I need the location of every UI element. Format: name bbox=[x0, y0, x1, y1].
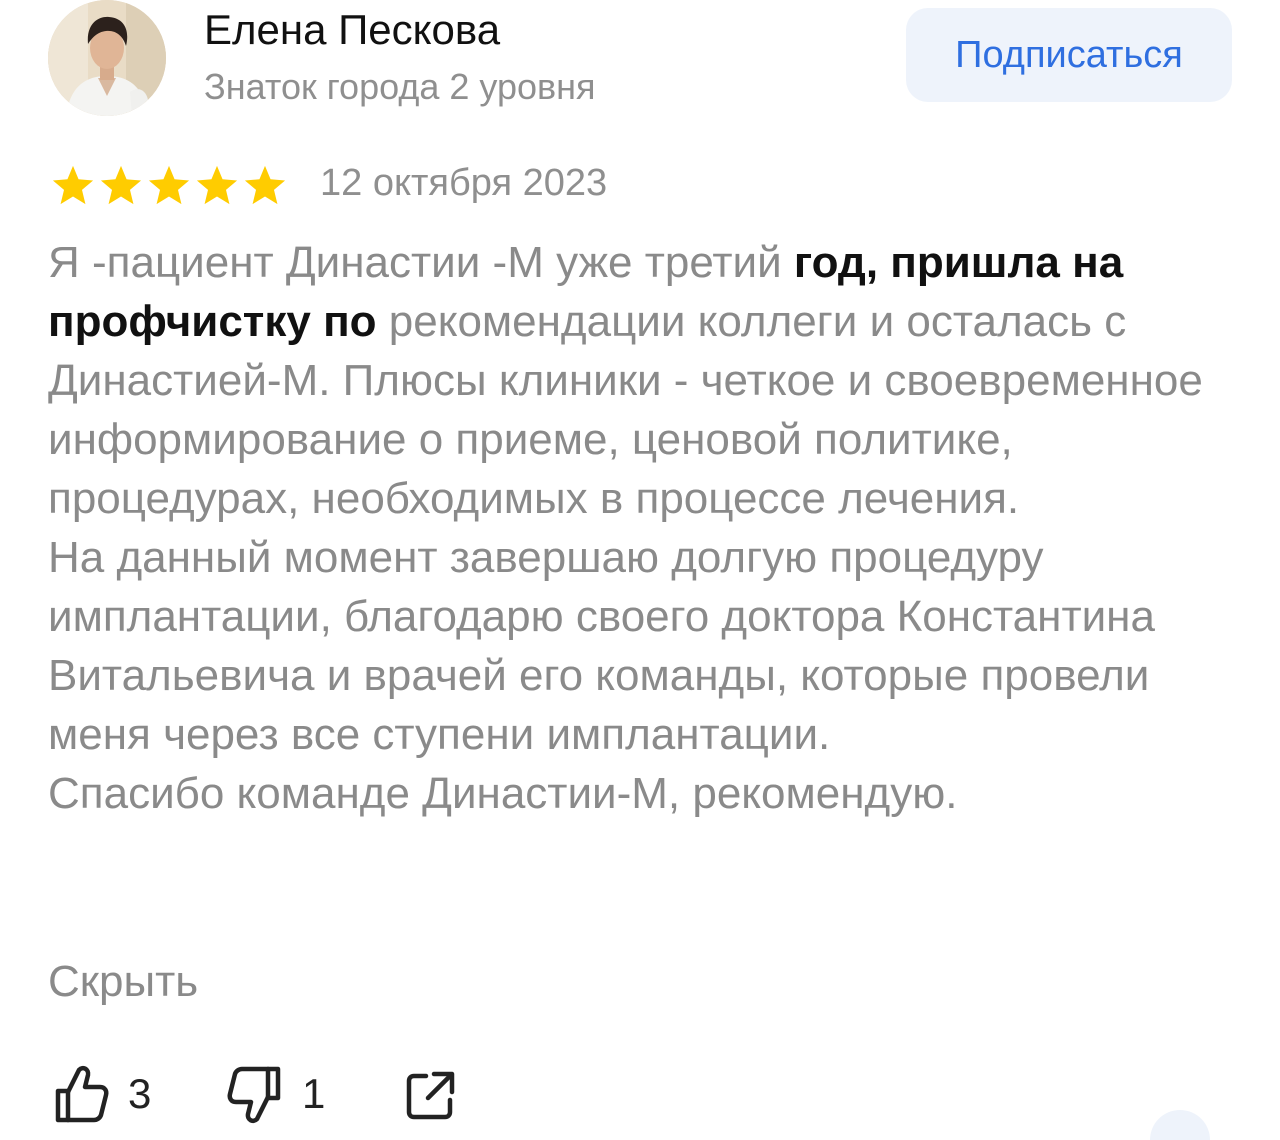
author-name[interactable]: Елена Пескова bbox=[204, 6, 500, 54]
review-date: 12 октября 2023 bbox=[320, 162, 608, 204]
like-button[interactable]: 3 bbox=[52, 1062, 151, 1126]
subscribe-button[interactable]: Подписаться bbox=[906, 8, 1232, 102]
review-paragraph: На данный момент завершаю долгую процеду… bbox=[48, 533, 1155, 759]
likes-count: 3 bbox=[128, 1070, 152, 1117]
share-button[interactable] bbox=[404, 1062, 456, 1126]
star-icon bbox=[244, 165, 286, 205]
review-paragraph: Я -пациент Династии -М уже третий год, п… bbox=[48, 233, 1238, 528]
star-icon bbox=[52, 165, 94, 205]
avatar-photo-icon bbox=[48, 0, 166, 116]
author-avatar[interactable] bbox=[48, 0, 166, 116]
star-icon bbox=[100, 165, 142, 205]
thumbs-up-icon bbox=[55, 1065, 109, 1123]
thumbs-down-icon bbox=[227, 1066, 281, 1124]
author-level: Знаток города 2 уровня bbox=[204, 66, 596, 107]
review-text-lead: Я -пациент Династии -М уже третий bbox=[48, 238, 794, 287]
dislike-button[interactable]: 1 bbox=[226, 1062, 325, 1126]
share-icon bbox=[406, 1071, 455, 1120]
star-icon bbox=[148, 165, 190, 205]
review-card: Елена Пескова Знаток города 2 уровня Под… bbox=[0, 0, 1280, 1140]
review-text: Я -пациент Династии -М уже третий год, п… bbox=[48, 233, 1238, 823]
rating-stars bbox=[50, 164, 288, 208]
dislikes-count: 1 bbox=[302, 1070, 326, 1117]
hide-link[interactable]: Скрыть bbox=[48, 952, 198, 1011]
floating-button-edge[interactable] bbox=[1150, 1110, 1210, 1140]
star-icon bbox=[196, 165, 238, 205]
review-paragraph: Спасибо команде Династии-М, рекомендую. bbox=[48, 769, 958, 818]
